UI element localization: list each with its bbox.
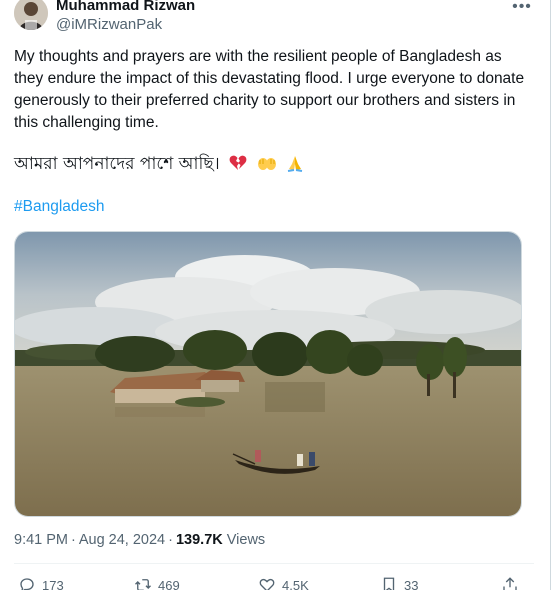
folded-hands-emoji — [286, 154, 304, 178]
avatar[interactable] — [14, 0, 48, 30]
bookmark-icon — [383, 577, 395, 590]
reply-icon — [20, 578, 34, 590]
views-count: 139.7K — [175, 532, 223, 548]
retweet-count: 469 — [158, 577, 180, 590]
tweet-meta: 9:41 PM · Aug 24, 2024 · 139.7K Views — [14, 532, 266, 548]
tweet-bangla-line: আমরা আপনাদের পাশে আছি। — [14, 153, 304, 178]
bookmark-button[interactable]: 33 — [380, 574, 418, 590]
action-bar: 173 469 4.5K 33 — [14, 574, 534, 590]
broken-heart-emoji — [229, 154, 247, 178]
open-hands-emoji — [257, 154, 277, 178]
retweet-icon — [135, 579, 151, 590]
views-label: Views — [226, 532, 266, 548]
tweet-card: Muhammad Rizwan @iMRizwanPak ••• My thou… — [0, 0, 551, 590]
flood-photo[interactable] — [14, 231, 522, 517]
bookmark-count: 33 — [404, 577, 419, 590]
more-options-icon[interactable]: ••• — [510, 0, 534, 18]
reply-button[interactable]: 173 — [18, 574, 64, 590]
retweet-button[interactable]: 469 — [134, 574, 180, 590]
author-name[interactable]: Muhammad Rizwan — [56, 0, 195, 14]
tweet-time[interactable]: 9:41 PM — [14, 532, 68, 548]
divider — [14, 563, 534, 564]
share-icon — [503, 577, 517, 590]
share-button[interactable] — [501, 574, 525, 590]
like-button[interactable]: 4.5K — [258, 574, 309, 590]
like-count: 4.5K — [282, 577, 309, 590]
reply-count: 173 — [42, 577, 64, 590]
tweet-text: My thoughts and prayers are with the res… — [14, 48, 525, 131]
author-handle[interactable]: @iMRizwanPak — [56, 16, 162, 33]
hashtag-link[interactable]: #Bangladesh — [14, 198, 105, 216]
tweet-date[interactable]: Aug 24, 2024 — [79, 532, 165, 548]
tweet-header: Muhammad Rizwan @iMRizwanPak ••• — [14, 0, 534, 36]
bangla-text: আমরা আপনাদের পাশে আছি। — [14, 154, 220, 174]
heart-icon — [259, 579, 275, 590]
